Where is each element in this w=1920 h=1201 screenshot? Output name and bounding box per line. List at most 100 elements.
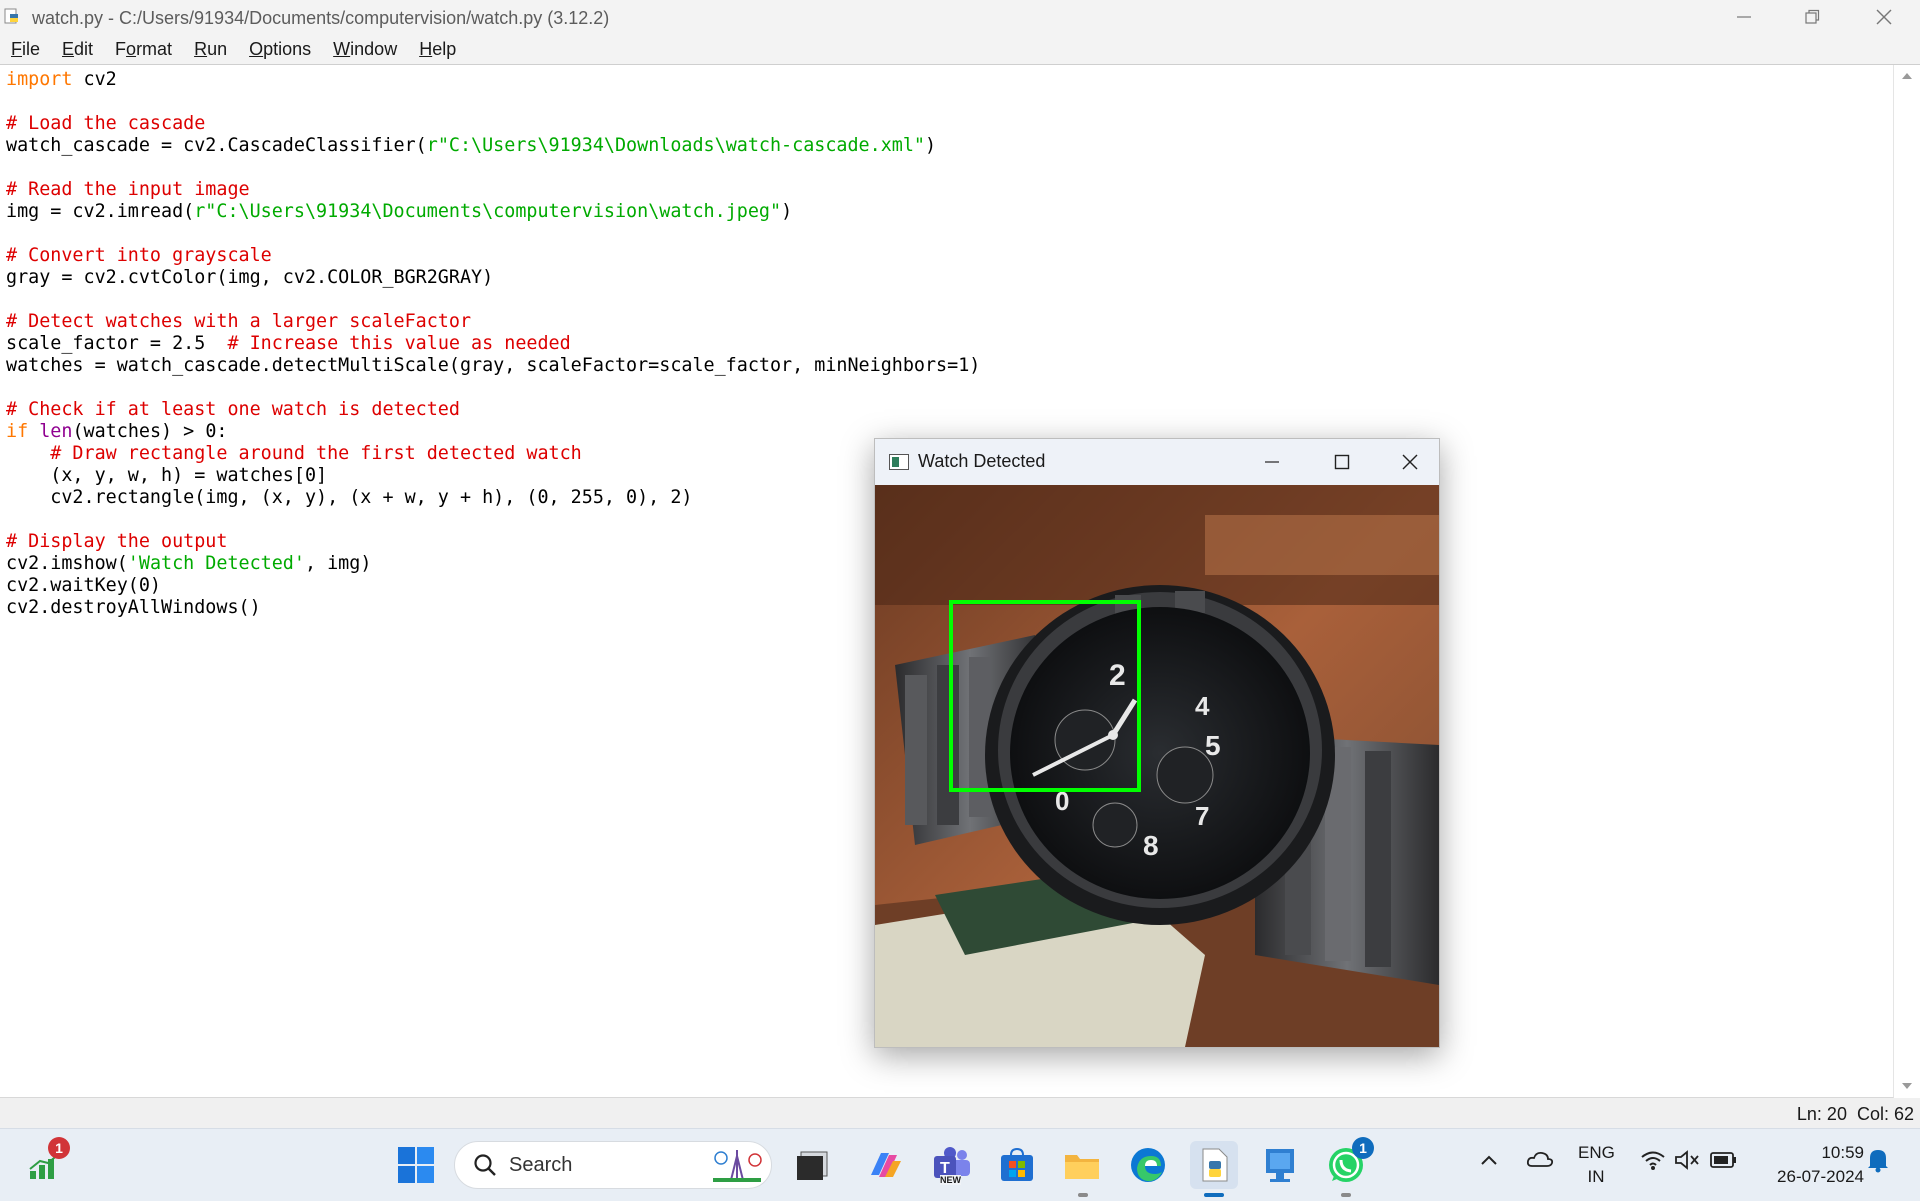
teams-button[interactable]: T NEW (928, 1141, 976, 1189)
title-bar: watch.py - C:/Users/91934/Documents/comp… (0, 0, 1920, 34)
code-string: 'Watch Detected' (127, 553, 305, 574)
svg-text:2: 2 (1109, 659, 1126, 692)
restore-icon (1805, 9, 1820, 24)
notification-badge: 1 (1352, 1137, 1374, 1159)
signal-chart-widget[interactable]: 1 (22, 1137, 70, 1189)
vertical-scrollbar[interactable] (1894, 65, 1920, 1097)
clock-time: 10:59 (1821, 1143, 1864, 1162)
opencv-window-taskbar-button[interactable] (1256, 1141, 1304, 1189)
maximize-icon (1334, 454, 1350, 470)
menu-edit[interactable]: Edit (62, 39, 93, 60)
close-button[interactable] (1850, 0, 1918, 34)
running-indicator (1341, 1193, 1351, 1197)
code-line: watches = watch_cascade.detectMultiScale… (6, 355, 981, 376)
language-code: ENG (1578, 1143, 1615, 1162)
popup-close-button[interactable] (1385, 439, 1435, 485)
network-button[interactable] (1640, 1149, 1666, 1176)
python-file-icon (1202, 1148, 1228, 1182)
code-line: gray = cv2.cvtColor(img, cv2.COLOR_BGR2G… (6, 267, 494, 288)
store-icon (1001, 1147, 1033, 1181)
task-view-button[interactable] (790, 1141, 838, 1189)
code-token: img = cv2.imread( (6, 201, 195, 222)
menu-options[interactable]: Options (249, 39, 311, 60)
clock-date: 26-07-2024 (1777, 1167, 1864, 1186)
menu-run[interactable]: Run (194, 39, 227, 60)
popup-title: Watch Detected (918, 451, 1046, 471)
python-idle-taskbar-button[interactable] (1190, 1141, 1238, 1189)
keyword-if: if (6, 421, 29, 442)
copilot-button[interactable] (860, 1141, 908, 1189)
code-line: (x, y, w, h) = watches[0] (6, 465, 328, 486)
opencv-window-icon (889, 454, 909, 470)
minimize-button[interactable] (1710, 0, 1778, 34)
menu-format[interactable]: Format (115, 39, 172, 60)
status-bar: Ln: 20 Col: 62 (0, 1098, 1920, 1128)
search-highlight-paris-icon (713, 1150, 762, 1182)
code-comment: # Convert into grayscale (6, 245, 272, 266)
notifications-button[interactable] (1866, 1147, 1890, 1178)
popup-minimize-button[interactable] (1247, 439, 1297, 485)
chevron-up-icon (1481, 1155, 1497, 1165)
menu-help[interactable]: Help (419, 39, 456, 60)
svg-text:8: 8 (1143, 830, 1159, 861)
code-comment: # Detect watches with a larger scaleFact… (6, 311, 472, 332)
edge-icon (1131, 1148, 1165, 1182)
copilot-icon (871, 1153, 901, 1177)
speaker-muted-icon (1675, 1150, 1699, 1170)
code-string: r"C:\Users\91934\Documents\computervisio… (194, 201, 782, 222)
clock[interactable]: 10:59 26-07-2024 (1756, 1143, 1864, 1187)
menu-bar: File Edit Format Run Options Window Help (0, 34, 1920, 65)
restore-button[interactable] (1778, 0, 1846, 34)
watch-detected-window[interactable]: Watch Detected 2 4 5 7 8 0 (874, 438, 1440, 1048)
popup-maximize-button[interactable] (1317, 439, 1367, 485)
minimize-icon (1265, 461, 1279, 463)
builtin-len: len (39, 421, 73, 442)
search-placeholder: Search (509, 1154, 573, 1176)
running-indicator (1078, 1193, 1088, 1197)
teams-new-label: NEW (940, 1175, 961, 1185)
code-line: cv2.destroyAllWindows() (6, 597, 261, 618)
code-text[interactable]: import cv2 # Load the cascade watch_casc… (6, 69, 980, 619)
app-window-icon (1266, 1149, 1294, 1182)
taskbar-search-box[interactable]: Search (454, 1141, 772, 1189)
edge-button[interactable] (1124, 1141, 1172, 1189)
scroll-up-arrow-icon (1902, 73, 1912, 79)
onedrive-button[interactable] (1526, 1149, 1554, 1174)
whatsapp-button[interactable]: 1 (1322, 1137, 1374, 1189)
status-col: Col: 62 (1856, 1104, 1914, 1124)
region-code: IN (1587, 1167, 1605, 1186)
menu-file[interactable]: File (11, 39, 40, 60)
close-icon (1402, 454, 1418, 470)
code-token: cv2 (72, 69, 117, 90)
language-indicator[interactable]: ENG IN (1578, 1143, 1615, 1187)
show-hidden-icons-button[interactable] (1480, 1153, 1498, 1172)
notification-badge: 1 (48, 1137, 70, 1159)
menu-window[interactable]: Window (333, 39, 397, 60)
cloud-icon (1526, 1151, 1554, 1167)
bell-icon (1868, 1150, 1888, 1173)
code-comment: # Read the input image (6, 179, 250, 200)
microsoft-store-button[interactable] (993, 1141, 1041, 1189)
task-view-icon (797, 1151, 828, 1180)
file-explorer-button[interactable] (1058, 1141, 1106, 1189)
start-button[interactable] (392, 1141, 440, 1189)
taskbar: 1 Search T NEW 1 ENG IN 10:59 26-07-2024 (0, 1128, 1920, 1201)
code-token: scale_factor = 2.5 (6, 333, 228, 354)
code-comment: # Increase this value as needed (227, 333, 571, 354)
python-idle-icon (4, 8, 18, 24)
battery-icon (1710, 1152, 1736, 1168)
scroll-down-arrow-icon (1902, 1083, 1912, 1089)
cursor-position: Ln: 20 Col: 62 (1787, 1104, 1914, 1125)
code-comment: # Draw rectangle around the first detect… (6, 443, 582, 464)
detected-watch-image: 2 4 5 7 8 0 (875, 485, 1439, 1047)
folder-icon (1065, 1155, 1099, 1179)
minimize-icon (1737, 16, 1751, 18)
close-icon (1876, 9, 1892, 25)
popup-title-bar[interactable]: Watch Detected (875, 439, 1439, 485)
svg-text:5: 5 (1205, 730, 1221, 761)
code-token: watch_cascade = cv2.CascadeClassifier( (6, 135, 427, 156)
battery-button[interactable] (1710, 1151, 1738, 1174)
code-comment: # Load the cascade (6, 113, 206, 134)
volume-button[interactable] (1674, 1149, 1700, 1176)
